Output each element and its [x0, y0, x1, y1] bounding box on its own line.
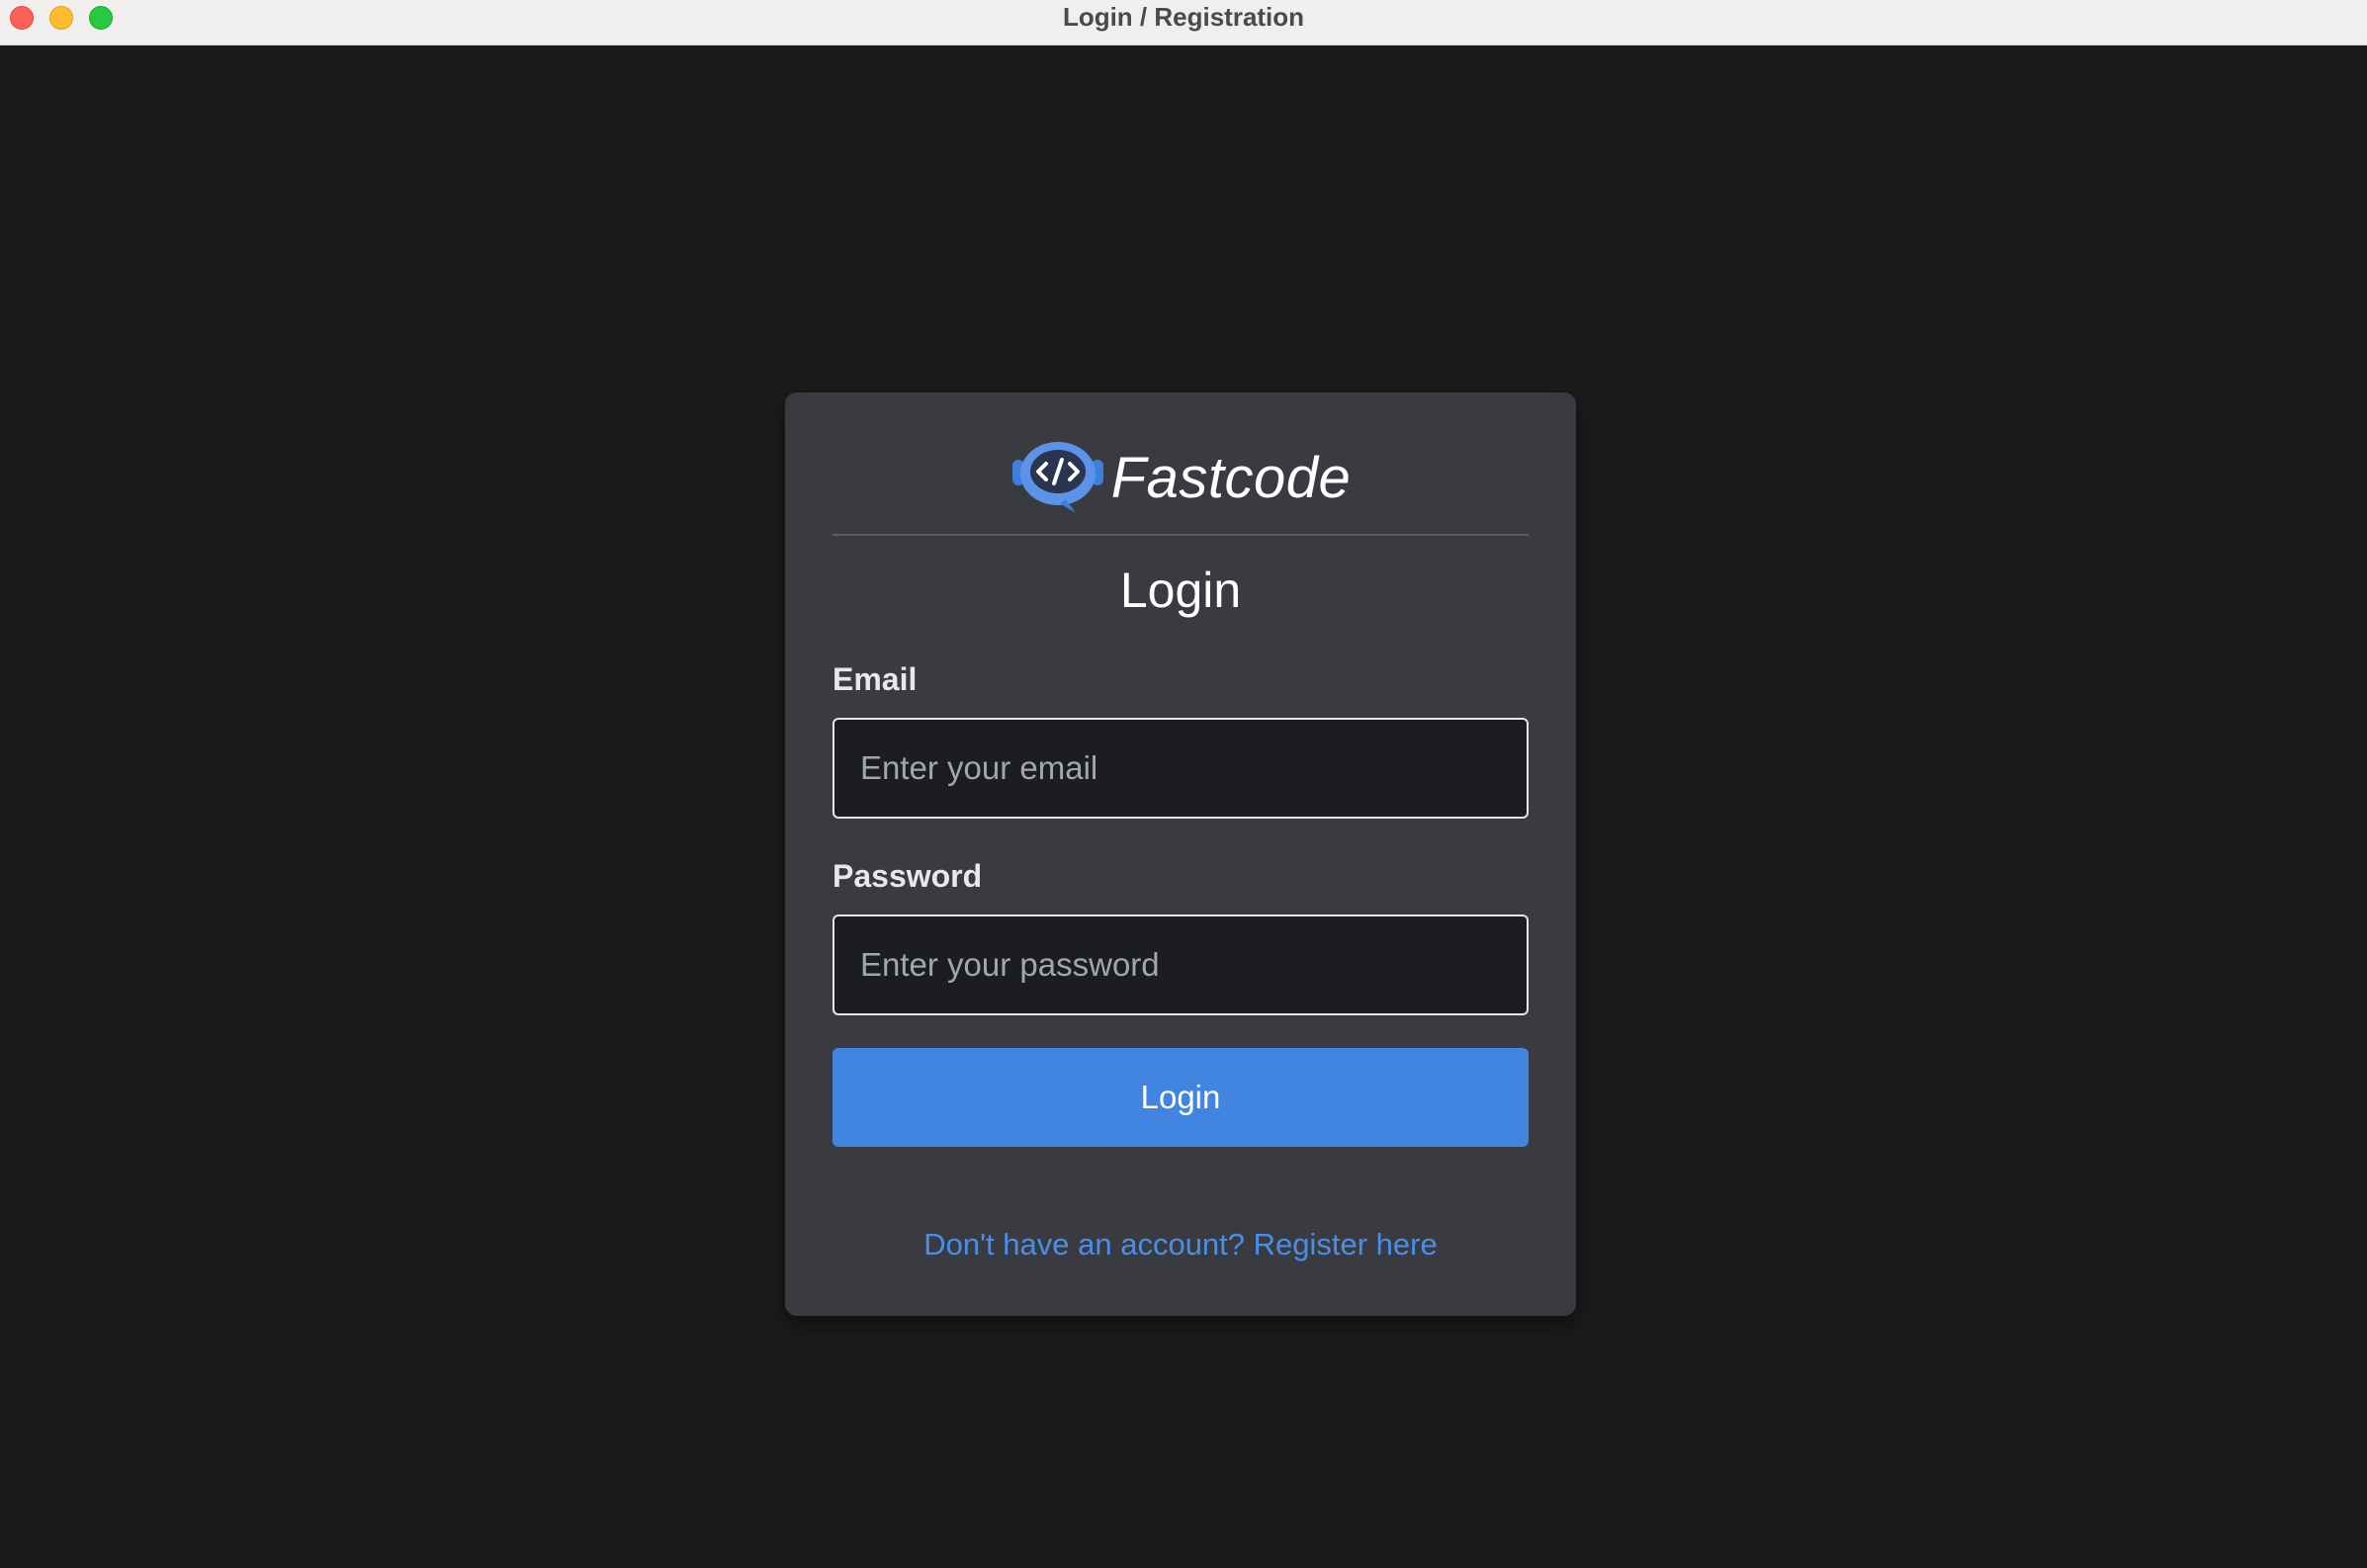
header-divider — [833, 534, 1529, 536]
window-title: Login / Registration — [1062, 2, 1305, 32]
login-card: Fastcode Login Email Password Login Don'… — [785, 392, 1576, 1316]
email-field[interactable] — [833, 718, 1529, 819]
register-link[interactable]: Don't have an account? Register here — [785, 1227, 1576, 1263]
form-heading: Login — [1119, 563, 1242, 618]
app-window: Login / Registration Fastcode Login Emai… — [0, 0, 2367, 1568]
title-bar: Login / Registration — [0, 0, 2367, 45]
password-label: Password — [833, 858, 983, 894]
email-label: Email — [833, 661, 918, 697]
login-button[interactable]: Login — [833, 1048, 1529, 1147]
code-chat-bubble-icon — [1011, 442, 1103, 513]
brand-name: Fastcode — [1110, 445, 1352, 510]
password-field[interactable] — [833, 915, 1529, 1015]
brand-header: Fastcode — [785, 438, 1576, 517]
main-content: Fastcode Login Email Password Login Don'… — [0, 45, 2367, 1568]
